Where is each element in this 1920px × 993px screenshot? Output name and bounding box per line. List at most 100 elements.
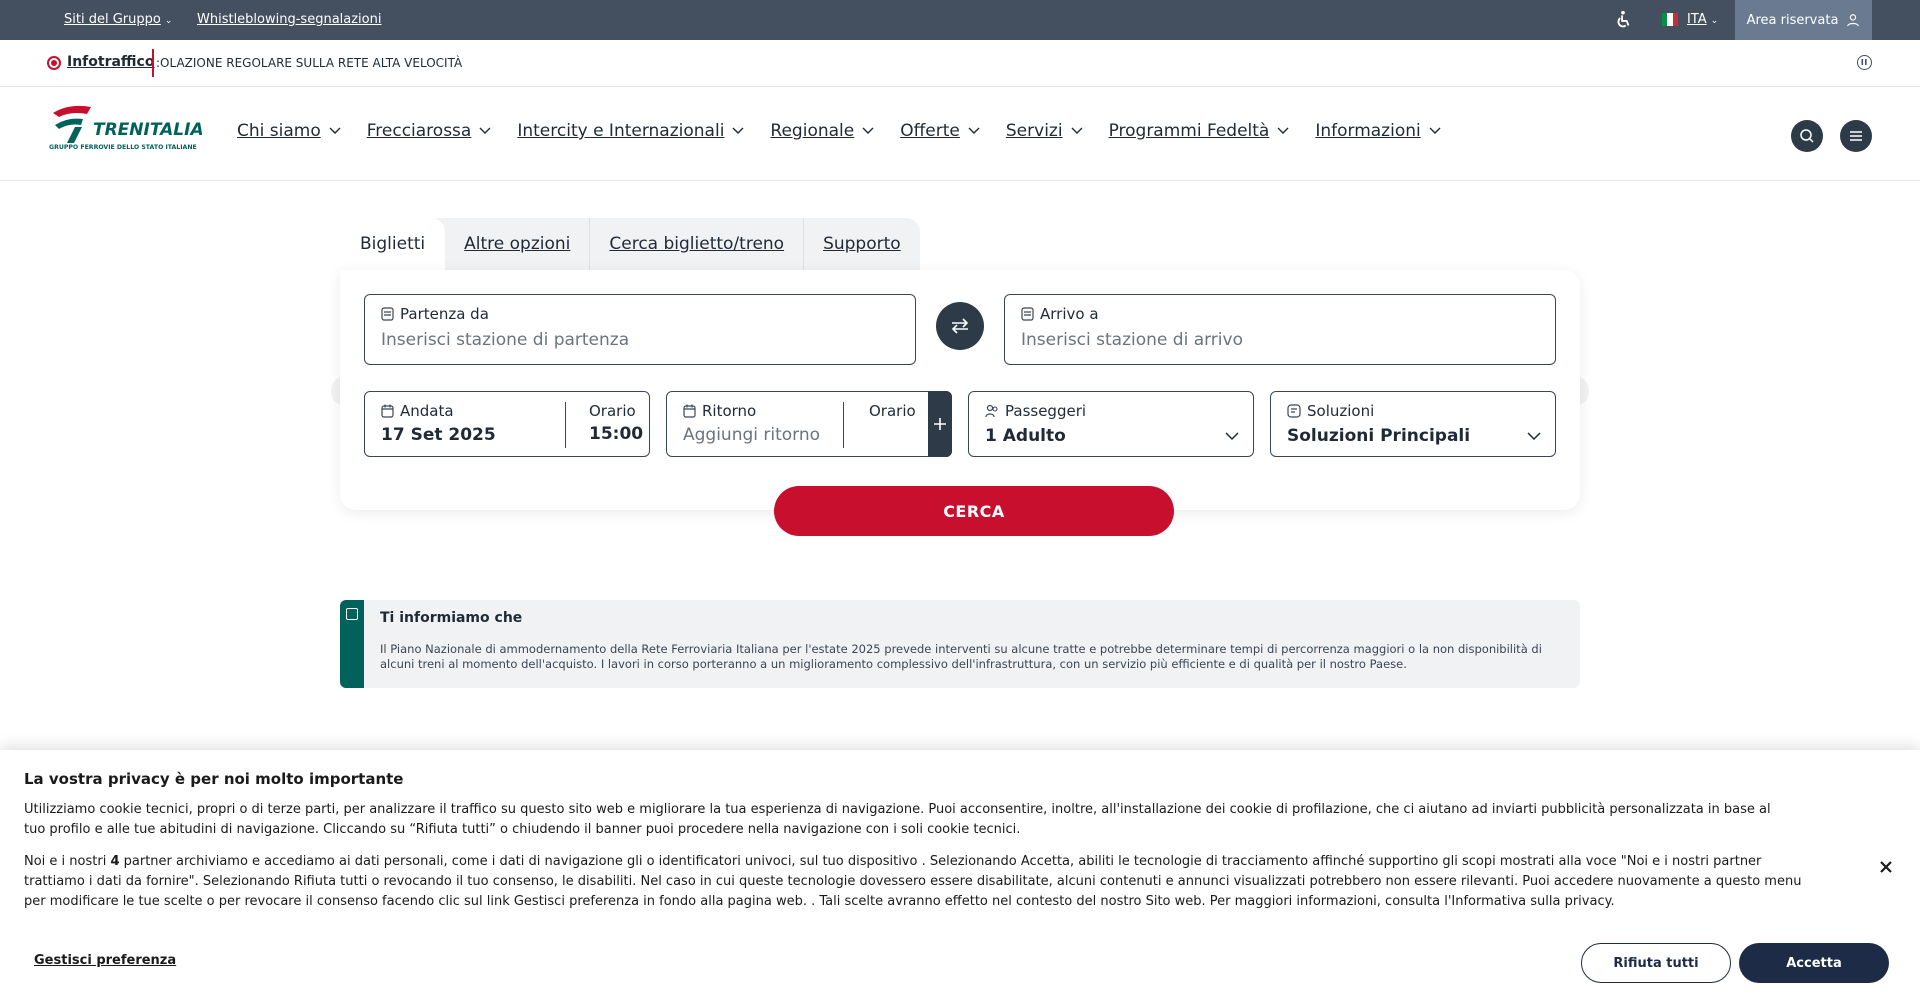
chevron-down-icon: ⌄ [1710,16,1719,26]
add-return-button[interactable] [928,391,952,457]
search-tabs: Biglietti Altre opzioni Cerca biglietto/… [340,218,920,270]
infotraffic-link[interactable]: Infotraffico [67,54,154,70]
nav-item-label: Informazioni [1315,121,1421,141]
departure-field[interactable]: Partenza da Inserisci stazione di parten… [364,294,916,365]
nav-item-label: Offerte [900,121,960,141]
info-icon [346,608,358,620]
plus-icon [934,418,946,430]
pause-icon[interactable] [1857,55,1872,70]
nav-item-chi-siamo[interactable]: Chi siamo [237,121,341,141]
tab-altre-opzioni[interactable]: Altre opzioni [445,218,589,270]
nav-item-label: Frecciarossa [366,121,472,141]
nav-item-intercity[interactable]: Intercity e Internazionali [517,121,744,141]
nav-item-label: Regionale [770,121,855,141]
arrival-label: Arrivo a [1021,305,1099,323]
reserved-area-button[interactable]: Area riservata [1735,0,1872,40]
logo-wordmark: TRENITALIA [93,120,202,140]
nav-item-label: Chi siamo [237,121,321,141]
outbound-date-field[interactable]: Andata 17 Set 2025 Orario 15:00 [364,391,650,457]
outbound-label: Andata [381,402,454,420]
solutions-label: Soluzioni [1287,402,1374,420]
swap-icon [951,318,969,334]
language-selector[interactable]: ITA ⌄ [1687,12,1718,27]
infotraffic-bar: Infotraffico :OLAZIONE REGOLARE SULLA RE… [0,40,1920,87]
search-button[interactable] [1791,120,1823,152]
station-icon [381,307,394,321]
passengers-icon [985,404,998,418]
passengers-value: 1 Adulto [985,426,1066,446]
menu-button[interactable] [1840,120,1872,152]
group-sites-link[interactable]: Siti del Gruppo ⌄ [64,12,172,27]
nav-item-regionale[interactable]: Regionale [770,121,874,141]
group-sites-label: Siti del Gruppo [64,12,161,27]
nav-item-label: Servizi [1005,121,1063,141]
nav-item-frecciarossa[interactable]: Frecciarossa [367,121,492,141]
manage-preferences-link[interactable]: Gestisci preferenza [34,953,176,968]
logo-tagline: GRUPPO FERROVIE DELLO STATO ITALIANE [49,144,197,151]
close-icon[interactable] [1876,857,1896,877]
nav-item-programmi-fedelta[interactable]: Programmi Fedeltà [1109,121,1290,141]
search-icon [1800,129,1814,143]
solutions-value: Soluzioni Principali [1287,426,1471,446]
chevron-down-icon [1071,127,1083,134]
main-navigation: TRENITALIA GRUPPO FERROVIE DELLO STATO I… [0,87,1920,181]
arrival-label-text: Arrivo a [1040,305,1099,323]
departure-placeholder: Inserisci stazione di partenza [381,330,630,350]
reserved-area-label: Area riservata [1746,12,1839,28]
accessibility-icon[interactable] [1612,9,1634,31]
chevron-down-icon [1277,127,1289,134]
cookie-title: La vostra privacy è per noi molto import… [24,770,404,788]
chevron-down-icon [1225,432,1239,441]
outbound-time-label: Orario [589,402,636,420]
passengers-select[interactable]: Passeggeri 1 Adulto [968,391,1254,457]
nav-item-servizi[interactable]: Servizi [1006,121,1083,141]
chevron-down-icon [1429,127,1441,134]
nav-item-label: Intercity e Internazionali [517,121,725,141]
arrival-field[interactable]: Arrivo a Inserisci stazione di arrivo [1004,294,1556,365]
tab-cerca-biglietto[interactable]: Cerca biglietto/treno [590,218,803,270]
solutions-select[interactable]: Soluzioni Soluzioni Principali [1270,391,1556,457]
return-time-label: Orario [869,402,916,420]
chevron-down-icon [968,127,980,134]
cookie-paragraph-2: Noi e i nostri 4 partner archiviamo e ac… [24,852,1824,912]
cookie-p2-text: partner archiviamo e accediamo ai dati p… [24,854,1802,909]
tab-supporto[interactable]: Supporto [804,218,920,270]
hamburger-menu-icon [1850,131,1862,141]
nav-item-offerte[interactable]: Offerte [900,121,980,141]
swap-stations-button[interactable] [936,302,984,350]
chevron-down-icon [329,127,341,134]
solutions-label-text: Soluzioni [1307,402,1375,420]
calendar-icon [683,404,696,418]
nav-item-informazioni[interactable]: Informazioni [1315,121,1441,141]
accept-button[interactable]: Accetta [1739,943,1889,983]
trenitalia-logo[interactable]: TRENITALIA GRUPPO FERROVIE DELLO STATO I… [47,101,204,155]
italy-flag-icon [1662,13,1678,26]
cookie-paragraph-1: Utilizziamo cookie tecnici, propri o di … [24,802,1771,837]
whistleblowing-link[interactable]: Whistleblowing-segnalazioni [197,12,381,27]
reject-all-button[interactable]: Rifiuta tutti [1581,943,1731,983]
cookie-p2-text: Noi e i nostri [24,854,111,869]
departure-label: Partenza da [381,305,489,323]
solutions-icon [1287,404,1301,418]
tab-biglietti[interactable]: Biglietti [340,218,446,270]
partner-count: 4 [110,854,120,869]
return-label-text: Ritorno [702,402,757,420]
outbound-time-value[interactable]: 15:00 [589,424,643,444]
top-utility-bar: Siti del Gruppo ⌄ Whistleblowing-segnalaz… [0,0,1920,40]
outbound-date-value: 17 Set 2025 [381,425,496,445]
station-icon [1021,307,1034,321]
user-icon [1847,14,1860,27]
field-divider [565,402,566,448]
chevron-down-icon [862,127,874,134]
arrival-placeholder: Inserisci stazione di arrivo [1021,330,1243,350]
cookie-banner: La vostra privacy è per noi molto import… [0,750,1920,993]
infotraffic-message: :OLAZIONE REGOLARE SULLA RETE ALTA VELOC… [156,56,463,70]
nav-item-label: Programmi Fedeltà [1108,121,1270,141]
chevron-down-icon [479,127,491,134]
outbound-label-text: Andata [400,402,454,420]
field-divider [843,402,844,448]
search-submit-button[interactable]: CERCA [774,486,1174,536]
passengers-label: Passeggeri [985,402,1086,420]
notice-accent-bar [340,600,364,688]
return-date-field[interactable]: Ritorno Aggiungi ritorno Orario [666,391,952,457]
